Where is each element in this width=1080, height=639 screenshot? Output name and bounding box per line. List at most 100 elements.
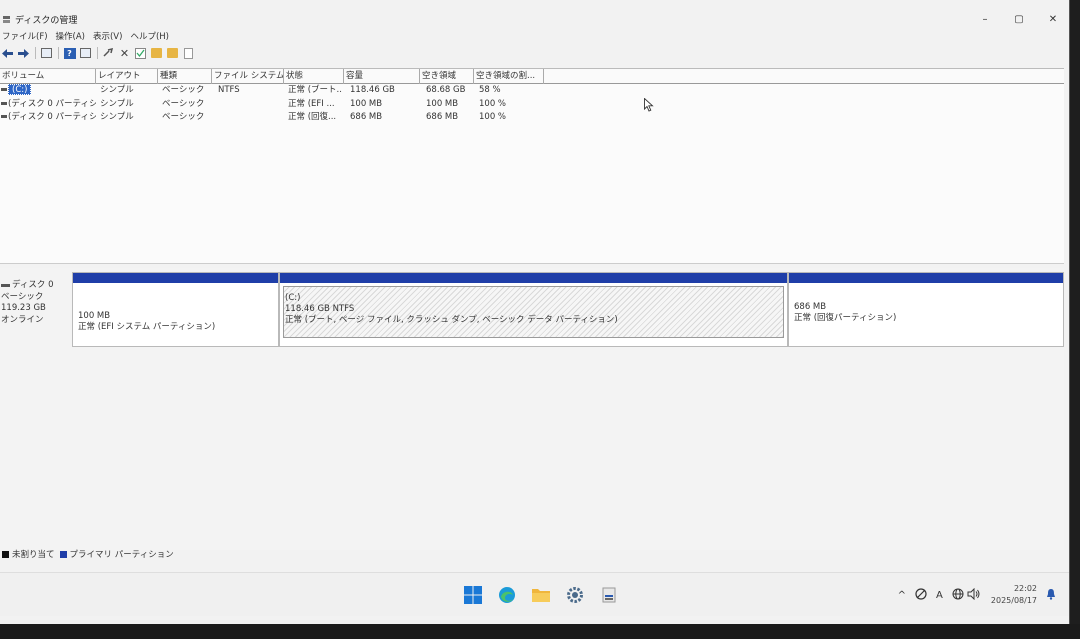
partition-size: 100 MB: [78, 311, 111, 321]
menu-view[interactable]: 表示(V): [91, 30, 128, 42]
disk-management-app-icon: [2, 15, 12, 24]
connect-icon[interactable]: [102, 47, 115, 60]
folder-search-icon[interactable]: [166, 47, 179, 60]
legend-primary: プライマリ パーティション: [59, 548, 174, 560]
partition-recovery[interactable]: 686 MB 正常 (回復パーティション): [788, 272, 1064, 347]
partition-c[interactable]: (C:) 118.46 GB NTFS 正常 (ブート, ページ ファイル, ク…: [279, 272, 788, 347]
type-cell: ベーシック: [162, 112, 205, 122]
volume-row[interactable]: (ディスク 0 パーティシ... シンプル ベーシック 正常 (EFI ... …: [0, 98, 1064, 111]
volume-icon: [1, 88, 7, 91]
disk-map: ディスク 0 ベーシック 119.23 GB オンライン 100 MB 正常 (…: [0, 268, 1064, 550]
edge-icon[interactable]: [496, 584, 518, 606]
column-layout[interactable]: レイアウト: [96, 69, 158, 84]
percent-free-cell: 100 %: [479, 99, 507, 109]
clock-time: 22:02: [1013, 584, 1037, 593]
column-capacity[interactable]: 容量: [344, 69, 420, 84]
help-icon[interactable]: ?: [63, 47, 76, 60]
column-filesystem[interactable]: ファイル システム: [212, 69, 284, 84]
clock-date: 2025/08/17: [990, 596, 1037, 605]
file-explorer-icon[interactable]: [530, 584, 552, 606]
menu-file[interactable]: ファイル(F): [0, 30, 54, 42]
partition-label: (C:): [285, 293, 301, 303]
toolbar-separator: [97, 47, 98, 59]
close-button[interactable]: ✕: [1036, 10, 1069, 28]
delete-icon[interactable]: ✕: [118, 47, 131, 60]
disk-type: ベーシック: [1, 291, 44, 302]
view-icon[interactable]: [79, 47, 92, 60]
layout-cell: シンプル: [100, 85, 134, 95]
primary-partition-bar: [73, 273, 278, 283]
layout-cell: シンプル: [100, 112, 134, 122]
volume-icon: [1, 115, 7, 118]
forward-arrow-icon[interactable]: [17, 47, 30, 60]
taskbar-apps: [462, 583, 632, 607]
taskbar: ^ A 22:02 2025/08/17: [0, 572, 1069, 616]
capacity-cell: 686 MB: [350, 112, 383, 122]
column-status[interactable]: 状態: [284, 69, 344, 84]
free-space-cell: 686 MB: [426, 112, 459, 122]
system-tray: ^ A 22:02 2025/08/17: [889, 577, 1056, 613]
type-cell: ベーシック: [162, 85, 205, 95]
disk-management-icon[interactable]: [598, 584, 620, 606]
network-icon[interactable]: [915, 587, 927, 603]
volume-row[interactable]: (C:) シンプル ベーシック NTFS 正常 (ブート... 118.46 G…: [0, 84, 1064, 97]
menu-help[interactable]: ヘルプ(H): [128, 30, 175, 42]
windows-start-icon[interactable]: [462, 584, 484, 606]
console-icon[interactable]: [182, 47, 195, 60]
notification-bell-icon[interactable]: [1046, 588, 1056, 603]
column-volume[interactable]: ボリューム: [0, 69, 96, 84]
screen-bezel-right: [1070, 0, 1080, 639]
disk-icon: [1, 284, 10, 288]
partition-status: 正常 (ブート, ページ ファイル, クラッシュ ダンプ, ベーシック データ …: [285, 315, 618, 325]
volume-row[interactable]: (ディスク 0 パーティシ... シンプル ベーシック 正常 (回復... 68…: [0, 111, 1064, 124]
legend: 未割り当て プライマリ パーティション: [2, 548, 179, 560]
globe-icon[interactable]: [952, 588, 964, 603]
disk-size: 119.23 GB: [1, 303, 46, 313]
legend-unallocated: 未割り当て: [2, 548, 55, 560]
volume-icon: [1, 102, 7, 105]
capacity-cell: 118.46 GB: [350, 85, 395, 95]
column-free-space[interactable]: 空き領域: [420, 69, 474, 84]
screen-bezel-bottom: [0, 624, 1080, 639]
volume-name: (ディスク 0 パーティシ...: [8, 99, 96, 109]
filesystem-cell: NTFS: [218, 85, 240, 95]
folder-open-icon[interactable]: [150, 47, 163, 60]
speaker-icon[interactable]: [967, 587, 981, 603]
type-cell: ベーシック: [162, 99, 205, 109]
check-icon[interactable]: [134, 47, 147, 60]
legend-swatch: [59, 550, 67, 558]
screen: ディスクの管理 – ▢ ✕ ファイル(F) 操作(A) 表示(V) ヘルプ(H)…: [0, 0, 1070, 624]
column-percent-free[interactable]: 空き領域の割...: [474, 69, 544, 84]
clock[interactable]: 22:02 2025/08/17: [991, 583, 1037, 607]
menu-action[interactable]: 操作(A): [54, 30, 91, 42]
properties-icon[interactable]: [40, 47, 53, 60]
partition-efi[interactable]: 100 MB 正常 (EFI システム パーティション): [72, 272, 279, 347]
title-bar: ディスクの管理 – ▢ ✕: [0, 10, 1069, 28]
partition-status: 正常 (回復パーティション): [794, 313, 897, 323]
status-cell: 正常 (回復...: [288, 112, 337, 122]
free-space-cell: 68.68 GB: [426, 85, 466, 95]
volume-name-cell: (C:): [0, 84, 96, 97]
volume-list: ボリューム レイアウト 種類 ファイル システム 状態 容量 空き領域 空き領域…: [0, 68, 1064, 264]
free-space-cell: 100 MB: [426, 99, 459, 109]
window-controls: – ▢ ✕: [968, 10, 1069, 28]
selected-partition-hatch: [283, 286, 784, 338]
minimize-button[interactable]: –: [968, 10, 1002, 28]
partition-status: 正常 (EFI システム パーティション): [78, 322, 216, 332]
layout-cell: シンプル: [100, 99, 134, 109]
volume-name-cell: (ディスク 0 パーティシ...: [0, 111, 96, 124]
chevron-up-icon[interactable]: ^: [898, 590, 906, 601]
volume-name: (ディスク 0 パーティシ...: [8, 112, 96, 122]
menu-bar: ファイル(F) 操作(A) 表示(V) ヘルプ(H): [0, 28, 175, 43]
maximize-button[interactable]: ▢: [1002, 10, 1036, 28]
settings-icon[interactable]: [564, 584, 586, 606]
percent-free-cell: 58 %: [479, 85, 501, 95]
disk-name-row: ディスク 0: [1, 280, 72, 292]
partition-size: 686 MB: [794, 302, 827, 312]
back-arrow-icon[interactable]: [1, 47, 14, 60]
percent-free-cell: 100 %: [479, 112, 507, 122]
disk-info[interactable]: ディスク 0 ベーシック 119.23 GB オンライン: [0, 280, 72, 358]
column-type[interactable]: 種類: [158, 69, 212, 84]
partition-size: 118.46 GB NTFS: [285, 304, 355, 314]
ime-indicator[interactable]: A: [936, 590, 943, 601]
